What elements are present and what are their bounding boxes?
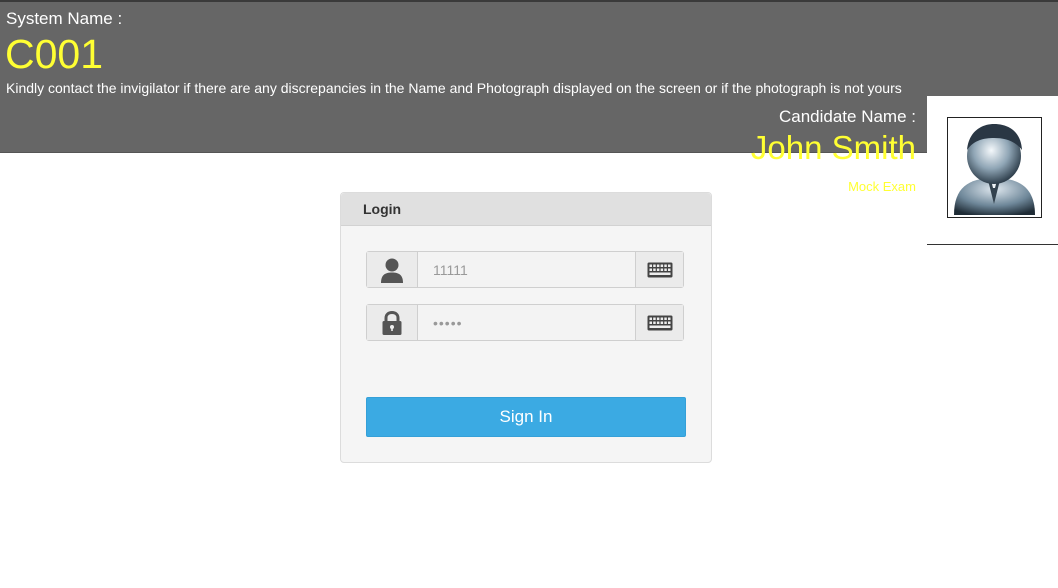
user-icon-addon	[367, 252, 418, 287]
keyboard-icon	[647, 262, 672, 277]
password-input[interactable]	[418, 305, 636, 340]
discrepancy-notice: Kindly contact the invigilator if there …	[6, 80, 902, 96]
sign-in-button[interactable]: Sign In	[366, 397, 686, 437]
username-virtual-keyboard-button[interactable]	[635, 252, 683, 287]
lock-icon-addon	[367, 305, 418, 340]
password-virtual-keyboard-button[interactable]	[635, 305, 683, 340]
user-icon	[381, 258, 403, 283]
username-field	[366, 251, 684, 288]
exam-name: Mock Exam	[848, 179, 916, 194]
system-name-label: System Name :	[6, 9, 123, 28]
lock-icon	[382, 310, 402, 335]
header-bar: System Name : C001 Kindly contact the in…	[0, 0, 1058, 166]
password-field	[366, 304, 684, 341]
keyboard-icon	[647, 315, 672, 330]
candidate-photo	[947, 117, 1042, 218]
username-input[interactable]	[418, 252, 636, 287]
candidate-name-value: John Smith	[750, 129, 916, 166]
candidate-avatar-icon	[954, 124, 1035, 215]
login-panel: Login 11111 ••••• Sign In	[340, 192, 712, 463]
candidate-name-label: Candidate Name :	[778, 107, 916, 126]
system-name-value: C001	[5, 31, 104, 77]
login-panel-title: Login	[341, 193, 711, 226]
candidate-photo-box	[927, 96, 1058, 245]
